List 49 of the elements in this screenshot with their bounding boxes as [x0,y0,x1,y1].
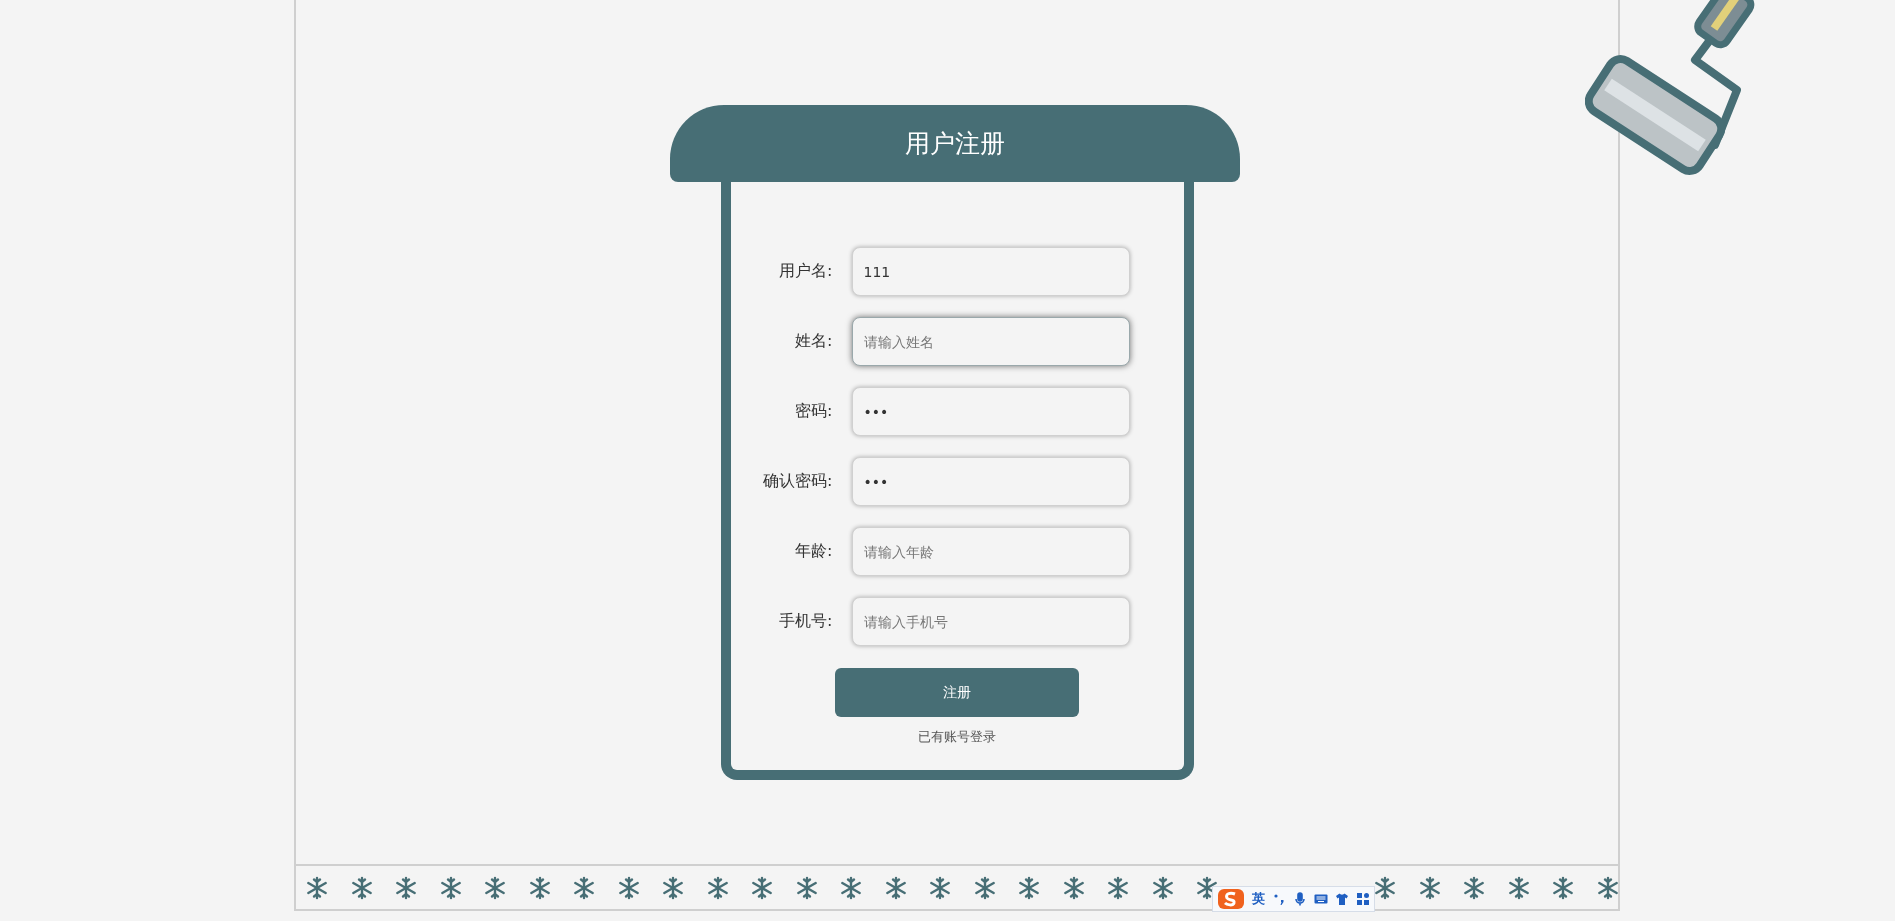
field-label: 确认密码: [762,471,833,492]
snowflake-icon [1017,875,1041,900]
snowflake-icon [661,875,685,900]
snowflake-icon [705,875,730,900]
snowflake-icon [1551,875,1575,900]
snowflake-icon [972,875,997,900]
snowflake-icon [1506,875,1531,900]
snowflake-icon [438,875,463,900]
snowflake-icon [483,875,507,900]
ime-mode-toggle[interactable]: 英 [1252,890,1265,908]
punctuation-icon[interactable] [1272,892,1286,906]
snowflake-icon [1106,875,1130,900]
input-field[interactable]: 请输入姓名 [851,317,1130,366]
field-label: 用户名: [778,261,833,282]
snowflake-icon [527,875,552,900]
snowflake-icon [928,875,952,900]
snowflake-icon [1462,875,1486,900]
snowflake-icon [349,875,374,900]
snowflake-icon [1150,875,1175,900]
input-field[interactable]: 请输入年龄 [851,527,1130,576]
snowflake-icon [616,875,641,900]
form-title: 用户注册 [905,128,1005,160]
input-field[interactable]: 111 [851,247,1130,296]
keyboard-icon[interactable] [1314,892,1328,906]
microphone-icon[interactable] [1293,892,1307,906]
snowflake-icon [1417,875,1442,900]
login-link[interactable]: 已有账号登录 [918,728,996,746]
grid-icon[interactable] [1356,892,1370,906]
input-field[interactable]: ••• [851,387,1130,436]
snowflake-icon [305,875,329,900]
field-label: 手机号: [778,611,833,632]
snowflake-icon [1195,875,1219,900]
field-label: 密码: [794,401,833,422]
snowflake-icon [394,875,418,900]
snowflake-icon [883,875,908,900]
snowflake-icon [750,875,774,900]
field-label: 姓名: [794,331,833,352]
input-field[interactable]: 请输入手机号 [851,597,1130,646]
shirt-icon[interactable] [1335,892,1349,906]
snowflake-icon [794,875,819,900]
input-field[interactable]: ••• [851,457,1130,506]
snowflake-icon [839,875,863,900]
snowflake-icon [1061,875,1086,900]
register-button[interactable]: 注册 [835,668,1079,717]
field-label: 年龄: [794,541,833,562]
snowflake-icon [1373,875,1397,900]
ime-logo-icon[interactable] [1217,888,1245,910]
snowflake-icon [1595,875,1620,900]
snowflake-icon [572,875,596,900]
